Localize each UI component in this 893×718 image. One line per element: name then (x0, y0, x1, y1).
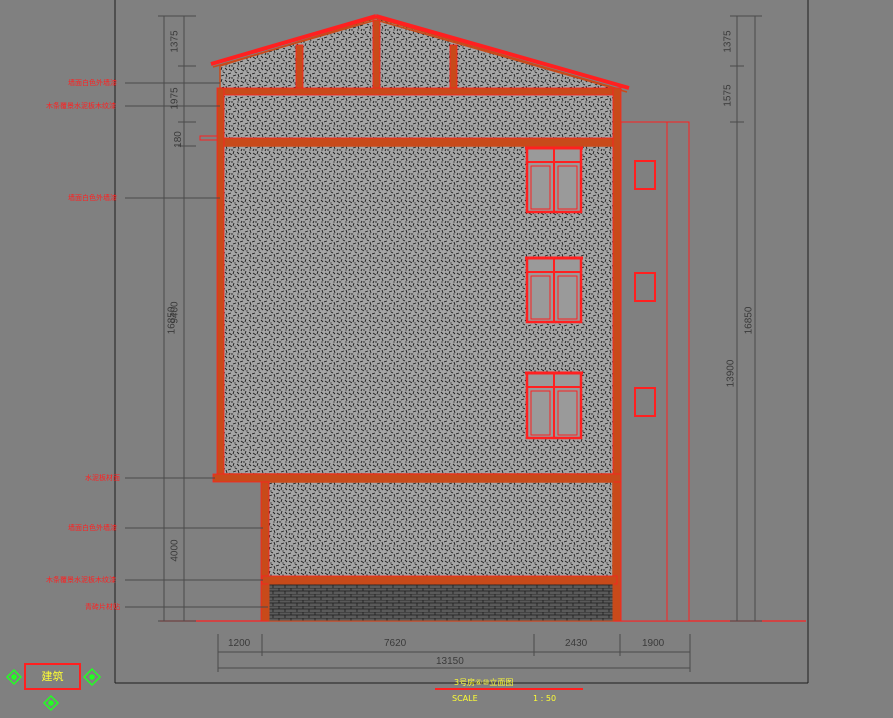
right-total-dim: 16850 (743, 306, 755, 335)
left-dim: 1375 (169, 30, 181, 53)
annotation-label: 墙面白色外墙漆 (68, 194, 117, 202)
bottom-dim: 1900 (642, 638, 665, 649)
brick-plinth (268, 583, 614, 622)
corner-left (216, 87, 225, 481)
floor-band (212, 473, 622, 483)
window-middle (525, 256, 583, 324)
bottom-total-dim: 13150 (436, 656, 464, 667)
annotation-label: 墙面白色外墙漆 (68, 79, 117, 87)
window-upper (525, 146, 583, 214)
window-lower (525, 371, 583, 440)
side-annex (620, 121, 690, 622)
annotation-label: 木条覆景水泥板木纹漆 (46, 102, 116, 110)
left-dim: 9400 (169, 301, 181, 324)
annotation-label: 木条覆景水泥板木纹漆 (46, 576, 116, 584)
annotation-label: 墙面白色外墙漆 (68, 524, 117, 532)
drawing-title: 3号房⑥⑩立面图 (454, 678, 514, 687)
annotation-label: 青砖片材贴 (85, 603, 120, 611)
attic-beam-bottom (217, 137, 622, 147)
scale-label: SCALE (452, 694, 478, 703)
left-dim: 4000 (169, 539, 181, 562)
ucs-label[interactable]: 建筑 (24, 663, 81, 690)
left-dim: 1975 (169, 87, 181, 110)
left-dim: 180 (172, 131, 184, 148)
ground-corner-left (260, 481, 270, 622)
elevation-drawing (5, 0, 809, 712)
annotation-label: 水泥板材面 (85, 474, 120, 482)
right-dim: 1375 (722, 30, 734, 53)
right-dim: 1575 (722, 84, 734, 107)
scale-value: 1 : 50 (533, 694, 557, 703)
attic-band-wall (219, 89, 616, 141)
attic-beam-top (219, 87, 621, 96)
corner-right (612, 87, 622, 622)
right-dim: 13900 (725, 359, 737, 388)
plinth-beam (261, 575, 618, 585)
ground-floor-wall (261, 481, 614, 579)
cad-viewport[interactable]: 墙面白色外墙漆 木条覆景水泥板木纹漆 墙面白色外墙漆 水泥板材面 墙面白色外墙漆… (0, 0, 893, 714)
bottom-dim: 2430 (565, 638, 588, 649)
bottom-dim: 1200 (228, 638, 251, 649)
bottom-dim: 7620 (384, 638, 407, 649)
